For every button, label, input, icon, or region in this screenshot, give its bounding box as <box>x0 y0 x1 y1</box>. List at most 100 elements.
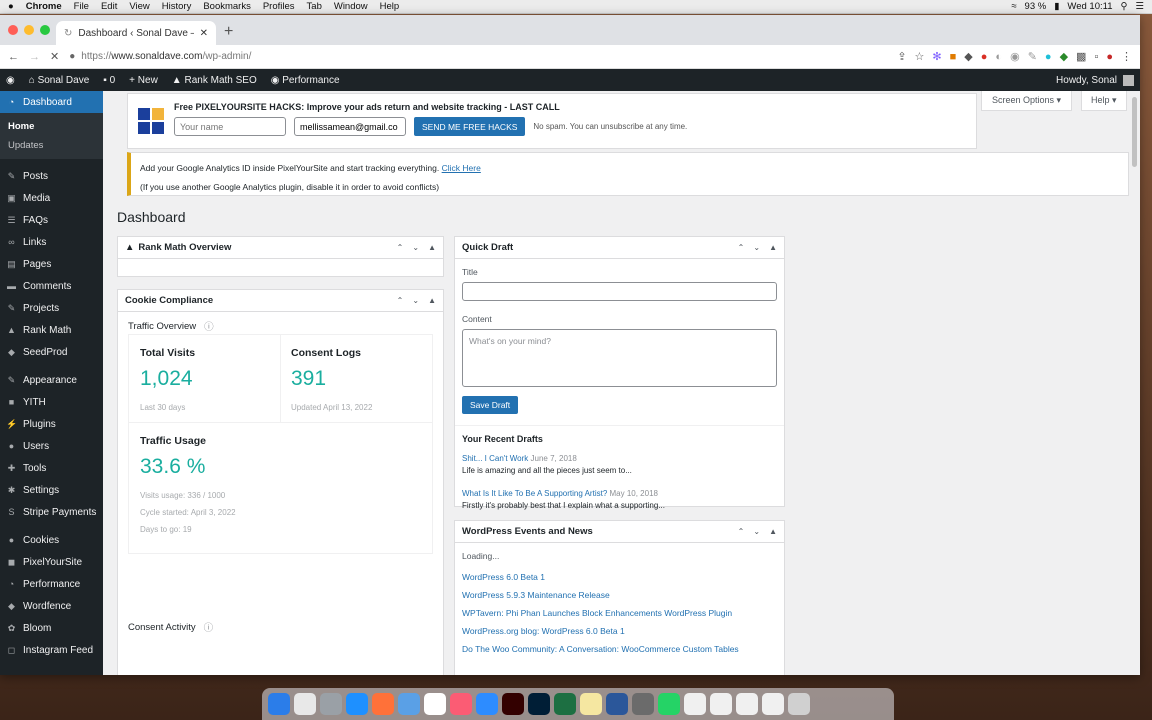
apple-icon[interactable]: ● <box>8 1 14 12</box>
menu-bookmarks[interactable]: Bookmarks <box>203 1 251 12</box>
collapse-icon[interactable]: ▲ <box>428 296 436 305</box>
launchpad-icon[interactable] <box>320 693 342 715</box>
move-up-icon[interactable]: ⌃ <box>397 243 404 252</box>
admin-bar-performance[interactable]: ◉ Performance <box>271 75 340 86</box>
news-link[interactable]: WordPress 6.0 Beta 1 <box>462 572 545 582</box>
admin-bar-new[interactable]: + New <box>129 75 158 86</box>
back-arrow-icon[interactable]: ← <box>8 51 19 63</box>
document-icon[interactable] <box>762 693 784 715</box>
chrome-icon[interactable] <box>294 693 316 715</box>
sidebar-item-performance[interactable]: ◔ Performance <box>0 573 103 595</box>
sidebar-item-media[interactable]: ▣ Media <box>0 187 103 209</box>
forward-arrow-icon[interactable]: → <box>29 51 40 63</box>
extension-icon[interactable]: ◆ <box>964 50 972 63</box>
sidebar-item-comments[interactable]: ▬ Comments <box>0 275 103 297</box>
email-input[interactable] <box>294 117 406 136</box>
firefox-icon[interactable] <box>372 693 394 715</box>
sidebar-item-dashboard[interactable]: ◔ Dashboard <box>0 91 103 113</box>
new-tab-button[interactable]: + <box>224 23 233 41</box>
sidebar-item-bloom[interactable]: ✿ Bloom <box>0 617 103 639</box>
document-icon[interactable] <box>684 693 706 715</box>
preview-icon[interactable] <box>398 693 420 715</box>
sidebar-item-yith[interactable]: ■ YITH <box>0 391 103 413</box>
word-icon[interactable] <box>606 693 628 715</box>
stop-loading-icon[interactable]: ✕ <box>50 50 59 63</box>
sidebar-item-wordfence[interactable]: ◆ Wordfence <box>0 595 103 617</box>
excel-icon[interactable] <box>554 693 576 715</box>
move-down-icon[interactable]: ⌄ <box>412 243 419 252</box>
battery-icon[interactable]: ▮ <box>1054 1 1059 12</box>
menu-file[interactable]: File <box>74 1 89 12</box>
extension-icon[interactable]: ✻ <box>932 50 941 63</box>
sidebar-item-cookies[interactable]: ● Cookies <box>0 529 103 551</box>
ga-click-here-link[interactable]: Click Here <box>442 163 481 173</box>
submenu-updates[interactable]: Updates <box>0 136 103 155</box>
collapse-icon[interactable]: ▲ <box>769 243 777 252</box>
extension-icon[interactable]: ◉ <box>1010 50 1020 63</box>
admin-bar-comments[interactable]: ▪ 0 <box>103 75 115 86</box>
draft-title-link[interactable]: What Is It Like To Be A Supporting Artis… <box>462 489 607 498</box>
sidebar-toggle-icon[interactable]: ▫ <box>1094 51 1098 63</box>
photoshop-icon[interactable] <box>528 693 550 715</box>
sidebar-item-users[interactable]: ● Users <box>0 435 103 457</box>
save-draft-button[interactable]: Save Draft <box>462 396 519 414</box>
move-up-icon[interactable]: ⌃ <box>738 243 745 252</box>
menu-help[interactable]: Help <box>380 1 400 12</box>
submenu-home[interactable]: Home <box>0 117 103 136</box>
news-link[interactable]: WPTavern: Phi Phan Launches Block Enhanc… <box>462 608 732 618</box>
document-icon[interactable] <box>736 693 758 715</box>
admin-bar-site[interactable]: ⌂ Sonal Dave <box>29 75 90 86</box>
help-button[interactable]: Help ▾ <box>1081 91 1127 111</box>
address-bar[interactable]: ● https://www.sonaldave.com/wp-admin/ <box>69 51 887 62</box>
admin-bar-account[interactable]: Howdy, Sonal <box>1056 74 1134 86</box>
bookmark-star-icon[interactable]: ☆ <box>915 50 925 63</box>
menu-tab[interactable]: Tab <box>307 1 322 12</box>
browser-tab[interactable]: ↻ Dashboard ‹ Sonal Dave — W... ✕ <box>56 21 216 45</box>
puzzle-icon[interactable]: ▩ <box>1076 50 1086 63</box>
menu-edit[interactable]: Edit <box>101 1 117 12</box>
extension-icon[interactable]: ◐ <box>995 51 1002 63</box>
menu-view[interactable]: View <box>129 1 149 12</box>
sidebar-item-faqs[interactable]: ☰ FAQs <box>0 209 103 231</box>
info-icon[interactable]: ⓘ <box>204 620 214 634</box>
sidebar-item-rank-math[interactable]: ▲ Rank Math <box>0 319 103 341</box>
news-link[interactable]: WordPress.org blog: WordPress 6.0 Beta 1 <box>462 626 625 636</box>
safari-icon[interactable] <box>346 693 368 715</box>
menu-list-icon[interactable]: ☰ <box>1135 1 1144 12</box>
sidebar-item-seedprod[interactable]: ◆ SeedProd <box>0 341 103 363</box>
profile-avatar-icon[interactable]: ● <box>1106 51 1113 63</box>
menu-app-name[interactable]: Chrome <box>26 1 62 12</box>
share-icon[interactable]: ⇪ <box>897 50 906 63</box>
move-down-icon[interactable]: ⌄ <box>753 527 760 536</box>
content-textarea[interactable]: What's on your mind? <box>462 329 777 387</box>
extension-icon[interactable]: ✎ <box>1028 50 1037 63</box>
extension-icon[interactable]: ■ <box>950 51 957 63</box>
zoom-window-button[interactable] <box>40 25 50 35</box>
search-icon[interactable]: ⚲ <box>1121 1 1128 12</box>
sidebar-item-appearance[interactable]: ✎ Appearance <box>0 369 103 391</box>
screen-options-button[interactable]: Screen Options ▾ <box>981 91 1073 111</box>
sidebar-item-tools[interactable]: ✚ Tools <box>0 457 103 479</box>
wifi-icon[interactable]: ≈ <box>1011 1 1016 12</box>
more-menu-icon[interactable]: ⋮ <box>1121 50 1132 63</box>
sidebar-item-instagram-feed[interactable]: ◻ Instagram Feed <box>0 639 103 661</box>
scrollbar-thumb[interactable] <box>1132 97 1137 167</box>
extension-icon[interactable]: ● <box>981 51 988 63</box>
notes-icon[interactable] <box>580 693 602 715</box>
whatsapp-icon[interactable] <box>658 693 680 715</box>
music-icon[interactable] <box>450 693 472 715</box>
move-down-icon[interactable]: ⌄ <box>753 243 760 252</box>
move-up-icon[interactable]: ⌃ <box>397 296 404 305</box>
sidebar-item-settings[interactable]: ✱ Settings <box>0 479 103 501</box>
app-icon[interactable] <box>632 693 654 715</box>
zoom-icon[interactable] <box>476 693 498 715</box>
news-link[interactable]: Do The Woo Community: A Conversation: Wo… <box>462 644 739 654</box>
news-link[interactable]: WordPress 5.9.3 Maintenance Release <box>462 590 610 600</box>
sidebar-item-projects[interactable]: ✎ Projects <box>0 297 103 319</box>
collapse-icon[interactable]: ▲ <box>769 527 777 536</box>
battery-percent[interactable]: 93 % <box>1025 1 1047 12</box>
menu-window[interactable]: Window <box>334 1 368 12</box>
menu-profiles[interactable]: Profiles <box>263 1 295 12</box>
send-hacks-button[interactable]: SEND ME FREE HACKS <box>414 117 526 136</box>
admin-bar-rankmath[interactable]: ▲ Rank Math SEO <box>172 75 257 86</box>
